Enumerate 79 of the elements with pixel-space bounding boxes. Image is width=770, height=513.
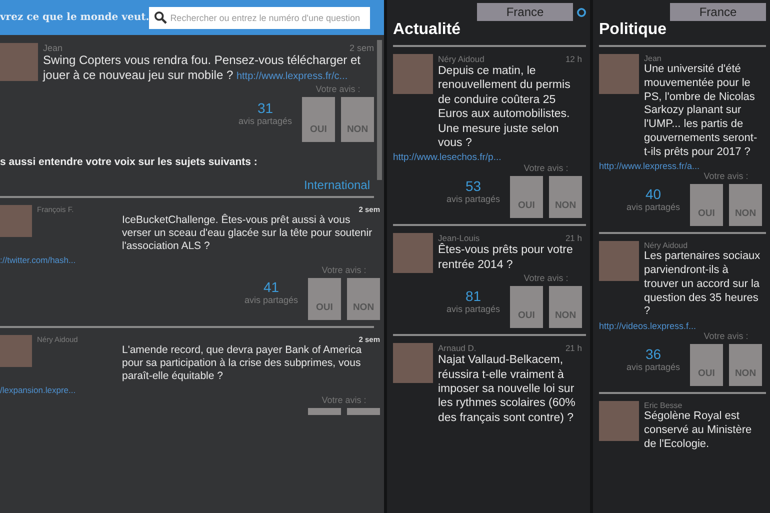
source-link[interactable]: http://www.lexpress.fr/a... (599, 161, 762, 172)
post-time: 12 h (565, 54, 582, 64)
author-name: Néry Aidoud (438, 54, 484, 64)
avatar-placeholder (393, 343, 433, 384)
count-label: avis partagés (446, 304, 500, 314)
vote-label: Votre avis : (322, 395, 366, 406)
count-label: avis partagés (238, 116, 292, 126)
source-link[interactable]: /lexpansion.lexpre... (0, 385, 380, 396)
vote-label: Votre avis : (316, 84, 360, 94)
vote-label: Votre avis : (524, 273, 568, 284)
count-label: avis partagés (626, 362, 680, 372)
question-text: L'amende record, que devra payer Bank of America pour sa participation à la crise des subprimes, vous paraît-elle équitable ? (122, 344, 363, 384)
source-link[interactable]: http://www.lexpress.fr/c... (236, 71, 348, 82)
author-name: Arnaud D. (438, 343, 476, 354)
question-text: Depuis ce matin, le renouvellement du permis de conduire coûtera 25 Euros aux automobilistes. Une mesure juste selon vous ? (438, 64, 572, 150)
question-text: IceBucketChallenge. Êtes-vous prêt aussi à vous verser un sceau d'eau glacée sur la tête pour soutenir l'association ALS ? (122, 214, 374, 253)
opinion-count: 81 (465, 288, 482, 304)
vote-button[interactable]: OUI (690, 184, 723, 226)
avatar-placeholder (599, 401, 639, 441)
section-heading: s aussi entendre votre voix sur les sujets suivants : (0, 154, 258, 170)
region-dropdown[interactable]: France (477, 3, 573, 21)
question-text: Une université d'été mouvementée pour le PS, l'ombre de Nicolas Sarkozy planant sur l'UMP... les partis de gouvernements seront-t-ils prêts pour 2017 ? (644, 63, 758, 160)
question-text: Najat Vallaud-Belkacem, réussira t-elle vraiment à imposer sa nouvelle loi sur les rythmes scolaires (60% des français sont contre) ? (438, 353, 576, 426)
source-link[interactable]: ://twitter.com/hash... (0, 254, 380, 265)
post-time: 2 sem (349, 43, 374, 53)
avatar-placeholder (599, 54, 639, 94)
search-icon (154, 10, 168, 24)
vote-label: Votre avis : (322, 264, 366, 275)
vote-button[interactable]: OUI (308, 278, 341, 320)
post-time: 21 h (565, 343, 582, 354)
author-name: Jean-Louis (438, 233, 480, 244)
vote-button[interactable] (347, 408, 380, 416)
vote-button[interactable] (308, 408, 341, 416)
tagline: vrez ce que le monde veut. (0, 12, 150, 23)
vote-button[interactable]: OUI (510, 176, 543, 218)
avatar-placeholder (0, 43, 38, 81)
vote-button[interactable]: NON (341, 96, 374, 142)
column-title: Actualité (393, 21, 462, 40)
vote-button[interactable]: NON (549, 176, 582, 218)
question-text: Swing Copters vous rendra fou. Pensez-vous télécharger et jouer à ce nouveau jeu sur mobile ? http://www.lexpress.fr/c... (43, 53, 362, 84)
author-name: Jean (43, 43, 63, 53)
category-link[interactable]: International (304, 178, 370, 192)
question-text: Ségolène Royal est conservé au Ministère de l'Ecologie. (644, 410, 753, 452)
avatar-placeholder (393, 54, 433, 94)
opinion-count: 41 (263, 279, 280, 296)
vote-button[interactable]: NON (347, 278, 380, 320)
avatar-placeholder (0, 334, 32, 367)
vote-label: Votre avis : (704, 331, 748, 341)
vote-button[interactable]: OUI (302, 96, 335, 142)
avatar-placeholder (393, 233, 433, 274)
vote-button[interactable]: OUI (690, 344, 723, 386)
avatar-placeholder (599, 241, 639, 282)
vote-label: Votre avis : (524, 163, 568, 174)
opinion-count: 31 (257, 100, 274, 116)
vote-button[interactable]: NON (549, 286, 582, 328)
question-text: Êtes-vous prêts pour votre rentrée 2014 ? (438, 243, 574, 272)
vote-button[interactable]: NON (729, 344, 762, 386)
search-field[interactable]: Rechercher ou entrez le numéro d'une question (149, 6, 370, 28)
post-time: 21 h (565, 233, 582, 244)
close-icon[interactable] (577, 8, 586, 16)
source-link[interactable]: http://www.lesechos.fr/p... (393, 152, 582, 164)
author-name: Néry Aidoud (644, 241, 688, 250)
question-text: Les partenaires sociaux parviendront-ils à trouver un accord sur la question des 35 heures ? (644, 250, 762, 319)
author-name: Jean (644, 54, 662, 63)
opinion-count: 53 (465, 178, 482, 194)
vote-button[interactable]: OUI (510, 286, 543, 328)
column-title: Politique (599, 21, 668, 40)
opinion-count: 36 (645, 346, 662, 362)
avatar-placeholder (0, 204, 32, 236)
vote-button[interactable]: NON (729, 184, 762, 226)
source-link[interactable]: http://videos.lexpress.f... (599, 321, 762, 331)
scrollbar[interactable] (377, 40, 382, 180)
count-label: avis partagés (626, 202, 680, 212)
count-label: avis partagés (446, 194, 500, 204)
author-name: Eric Besse (644, 401, 682, 410)
opinion-count: 40 (645, 186, 662, 202)
vote-label: Votre avis : (704, 171, 748, 182)
count-label: avis partagés (244, 295, 298, 306)
region-dropdown[interactable]: France (670, 3, 766, 21)
